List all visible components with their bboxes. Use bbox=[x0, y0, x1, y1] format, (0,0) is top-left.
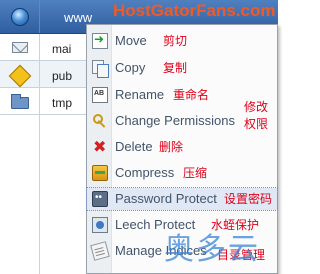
menu-item-label: Copy bbox=[115, 60, 146, 75]
row-icon-cell bbox=[0, 115, 40, 274]
menu-item-delete[interactable]: Delete 删除 bbox=[87, 136, 277, 158]
lock-icon bbox=[92, 191, 108, 207]
menu-item-label: Delete bbox=[115, 139, 153, 154]
row-icon-cell bbox=[0, 61, 40, 88]
indices-icon bbox=[90, 241, 110, 261]
file-name[interactable]: mai bbox=[52, 42, 71, 56]
chinese-annotation: 设置密码 bbox=[224, 192, 273, 206]
copy-icon bbox=[92, 60, 109, 78]
key-icon bbox=[92, 113, 108, 129]
menu-item-password-protect[interactable]: Password Protect 设置密码 bbox=[86, 187, 278, 211]
delete-icon bbox=[92, 137, 108, 157]
chinese-annotation: 修改 bbox=[244, 100, 269, 114]
compress-icon bbox=[92, 165, 108, 181]
file-name[interactable]: pub bbox=[52, 69, 72, 83]
menu-item-label: Rename bbox=[115, 87, 165, 102]
menu-item-compress[interactable]: Compress 压缩 bbox=[87, 162, 277, 184]
menu-item-label: Password Protect bbox=[115, 191, 217, 206]
header-name: www bbox=[64, 10, 93, 25]
row-icon-cell bbox=[0, 88, 40, 114]
menu-item-label: Compress bbox=[115, 165, 175, 180]
leech-icon bbox=[92, 217, 108, 233]
chinese-annotation: 复制 bbox=[163, 61, 188, 75]
watermark-brand-text: 奥多云 bbox=[164, 233, 260, 266]
file-name[interactable]: tmp bbox=[52, 96, 72, 110]
move-icon bbox=[92, 32, 108, 49]
row-icon-cell bbox=[0, 34, 40, 60]
rename-icon bbox=[92, 87, 108, 103]
chinese-annotation: 重命名 bbox=[173, 88, 210, 102]
warning-icon bbox=[8, 64, 32, 88]
chinese-annotation: 剪切 bbox=[163, 34, 188, 48]
watermark-logo-text: HostGatorFans.com bbox=[113, 1, 276, 20]
menu-item-label: Change Permissions bbox=[115, 113, 235, 128]
chinese-annotation: 权限 bbox=[244, 117, 269, 131]
menu-item-label: Move bbox=[115, 33, 147, 48]
menu-item-copy[interactable]: Copy 复制 bbox=[87, 57, 277, 79]
envelope-icon bbox=[12, 42, 28, 53]
chinese-annotation: 删除 bbox=[159, 140, 184, 154]
header-icon-cell bbox=[0, 0, 40, 33]
chinese-annotation: 压缩 bbox=[183, 166, 208, 180]
menu-item-move[interactable]: Move 剪切 bbox=[87, 30, 277, 52]
folder-icon bbox=[11, 94, 29, 109]
globe-icon bbox=[11, 8, 29, 26]
